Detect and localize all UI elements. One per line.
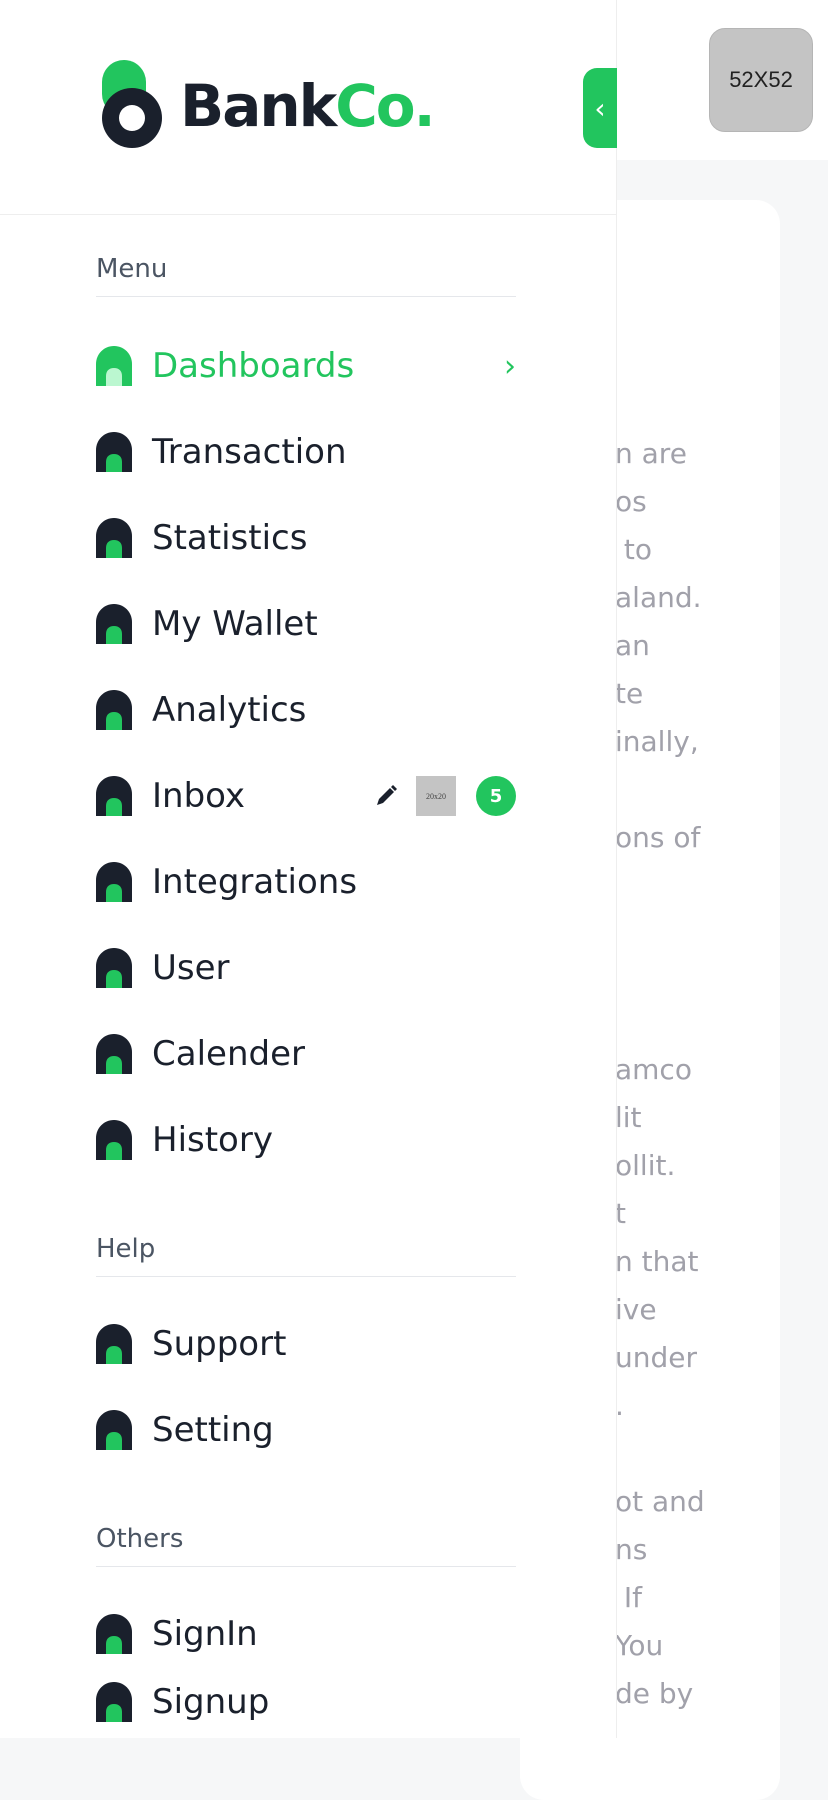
sidebar-item-label: User [152,948,230,988]
text-line: under [615,1341,698,1374]
sidebar-item-label: Setting [152,1410,274,1450]
home-icon [96,518,132,558]
home-icon [96,346,132,386]
sidebar-item-label: My Wallet [152,604,318,644]
home-icon [96,1614,132,1654]
text-line: to [615,533,653,566]
brand-name-part1: Bank [180,72,337,140]
sidebar-header: BankCo. ‹ [0,0,617,215]
text-line: n are [615,437,687,470]
home-icon [96,1410,132,1450]
home-icon [96,432,132,472]
sidebar-item-my-wallet[interactable]: My Wallet [96,594,516,654]
sidebar-collapse-button[interactable]: ‹ [583,68,617,148]
sidebar-item-dashboards[interactable]: Dashboards › [96,336,516,396]
pencil-icon[interactable] [374,784,398,808]
section-title-menu: Menu [96,254,516,297]
section-title-others: Others [96,1524,516,1567]
sidebar-item-label: Signup [152,1682,270,1722]
text-line: ot and [615,1485,705,1518]
section-title-help: Help [96,1234,516,1277]
text-line: n that [615,1245,699,1278]
text-line: amco [615,1053,692,1086]
text-line: You [615,1629,664,1662]
sidebar-item-label: Analytics [152,690,307,730]
sidebar-item-label: Statistics [152,518,308,558]
image-placeholder: 20x20 [416,776,456,816]
brand-logo[interactable]: BankCo. [100,58,436,154]
brand-name: BankCo. [180,77,436,135]
home-icon [96,948,132,988]
sidebar-item-history[interactable]: History [96,1110,516,1170]
text-line: os [615,485,647,518]
inbox-extras: 20x20 5 [374,776,516,816]
home-icon [96,1120,132,1160]
sidebar-item-integrations[interactable]: Integrations [96,852,516,912]
avatar[interactable]: 52X52 [709,28,813,132]
sidebar-item-label: Calender [152,1034,305,1074]
text-line: . [615,1389,624,1422]
sidebar-item-support[interactable]: Support [96,1314,516,1374]
text-line: aland. [615,581,702,614]
home-icon [96,862,132,902]
sidebar-item-setting[interactable]: Setting [96,1400,516,1460]
text-line: t [615,1197,626,1230]
sidebar-item-label: Integrations [152,862,358,902]
home-icon [96,1034,132,1074]
home-icon [96,776,132,816]
sidebar-item-calender[interactable]: Calender [96,1024,516,1084]
sidebar-item-inbox[interactable]: Inbox 20x20 5 [96,766,516,826]
home-icon [96,690,132,730]
sidebar-item-label: History [152,1120,273,1160]
sidebar-item-signin[interactable]: SignIn [96,1604,516,1664]
brand-name-part2: Co. [335,72,435,140]
sidebar-item-label: Inbox [152,776,246,816]
text-line: ive [615,1293,657,1326]
sidebar-item-statistics[interactable]: Statistics [96,508,516,568]
unread-count-badge: 5 [476,776,516,816]
text-line: ons of [615,821,701,854]
text-line: ns [615,1533,648,1566]
sidebar-item-transaction[interactable]: Transaction [96,422,516,482]
text-line: lit [615,1101,642,1134]
sidebar-item-label: SignIn [152,1614,258,1654]
logo-icon [102,60,162,148]
home-icon [96,604,132,644]
text-line: an [615,629,650,662]
sidebar: BankCo. ‹ Menu Dashboards › Transaction … [0,0,617,1738]
sidebar-item-analytics[interactable]: Analytics [96,680,516,740]
home-icon [96,1682,132,1722]
sidebar-item-signup[interactable]: Signup [96,1672,516,1732]
text-line: inally, [615,725,699,758]
sidebar-item-user[interactable]: User [96,938,516,998]
chevron-right-icon: › [504,348,516,384]
text-line: ollit. [615,1149,676,1182]
home-icon [96,1324,132,1364]
text-line: te [615,677,644,710]
text-line: de by [615,1677,694,1710]
sidebar-item-label: Support [152,1324,287,1364]
sidebar-item-label: Dashboards [152,346,355,386]
sidebar-item-label: Transaction [152,432,347,472]
chevron-left-icon: ‹ [594,91,606,125]
text-line: If [615,1581,643,1614]
